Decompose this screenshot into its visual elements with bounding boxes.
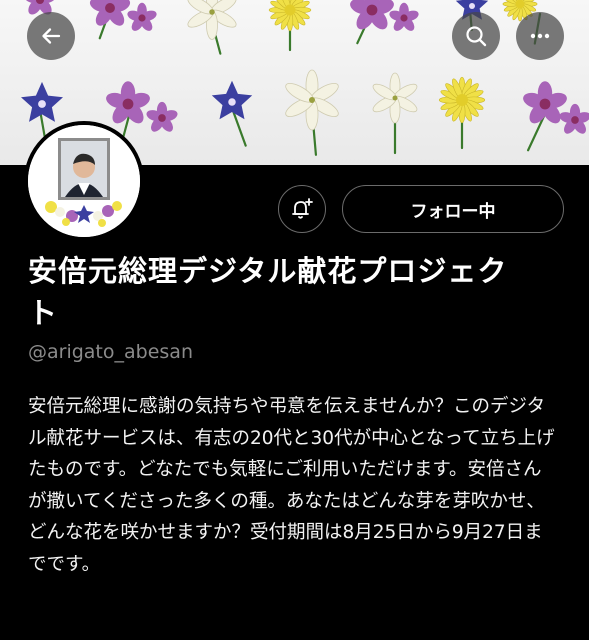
- notification-button[interactable]: [278, 185, 326, 233]
- lily-flower: [187, 0, 237, 40]
- avatar[interactable]: [24, 121, 144, 241]
- chrysanthemum-flower: [438, 76, 486, 124]
- orchid-flower: [89, 0, 131, 26]
- arrow-left-icon: [42, 28, 61, 44]
- profile-display-name: 安倍元総理デジタル献花プロジェクト: [28, 254, 508, 330]
- lily-flower: [372, 72, 418, 124]
- lily-flower: [285, 69, 339, 131]
- more-horizontal-icon: [530, 33, 550, 39]
- orchid-flower: [559, 103, 589, 134]
- bell-plus-icon: [292, 198, 313, 219]
- search-icon: [466, 26, 487, 47]
- orchid-flower: [350, 0, 394, 30]
- more-options-button[interactable]: [516, 12, 564, 60]
- chrysanthemum-flower: [268, 0, 312, 32]
- back-button[interactable]: [27, 12, 75, 60]
- orchid-flower: [146, 101, 178, 132]
- search-button[interactable]: [452, 12, 500, 60]
- profile-bio: 安倍元総理に感謝の気持ちや弔意を伝えませんか？このデジタル献花サービスは、有志の…: [28, 396, 555, 575]
- following-button[interactable]: フォロー中: [342, 185, 564, 233]
- bellflower-flower: [211, 80, 253, 120]
- profile-handle: @arigato_abesan: [28, 341, 193, 363]
- orchid-flower: [127, 2, 157, 31]
- memorial-portrait-image: [28, 125, 140, 237]
